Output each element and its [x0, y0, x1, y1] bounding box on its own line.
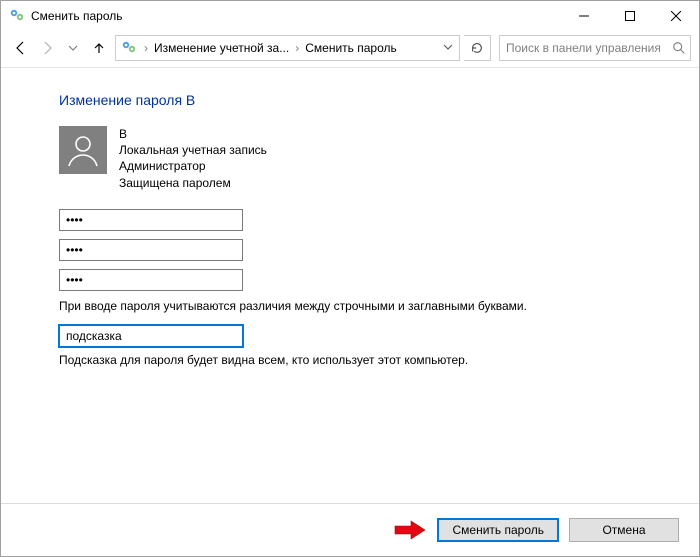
- address-bar[interactable]: › Изменение учетной за... › Сменить паро…: [115, 35, 460, 61]
- search-icon[interactable]: [667, 36, 690, 60]
- account-type: Локальная учетная запись: [119, 142, 267, 158]
- footer: Сменить пароль Отмена: [1, 503, 699, 556]
- cancel-button[interactable]: Отмена: [569, 518, 679, 542]
- page-heading: Изменение пароля B: [59, 92, 661, 108]
- account-protection: Защищена паролем: [119, 175, 267, 191]
- breadcrumb-segment[interactable]: Изменение учетной за...: [150, 41, 293, 55]
- new-password-field[interactable]: [59, 239, 243, 261]
- content-area: Изменение пароля B B Локальная учетная з…: [1, 68, 699, 556]
- refresh-button[interactable]: [464, 35, 491, 61]
- back-button[interactable]: [9, 36, 33, 60]
- avatar: [59, 126, 107, 174]
- breadcrumb-segment[interactable]: Сменить пароль: [301, 41, 401, 55]
- annotation-arrow-icon: [393, 518, 427, 542]
- user-accounts-icon: [120, 39, 138, 57]
- current-password-field[interactable]: [59, 209, 243, 231]
- address-dropdown-button[interactable]: [439, 41, 457, 55]
- user-accounts-icon: [9, 8, 25, 24]
- password-hint-field[interactable]: [59, 325, 243, 347]
- chevron-right-icon[interactable]: ›: [293, 41, 301, 55]
- minimize-button[interactable]: [561, 1, 607, 31]
- account-summary: B Локальная учетная запись Администратор…: [59, 126, 661, 191]
- titlebar: Сменить пароль: [1, 1, 699, 31]
- search-input[interactable]: [500, 41, 667, 55]
- recent-locations-button[interactable]: [61, 36, 85, 60]
- change-password-button[interactable]: Сменить пароль: [437, 518, 559, 542]
- hint-visibility-note: Подсказка для пароля будет видна всем, к…: [59, 353, 661, 367]
- window-title: Сменить пароль: [31, 9, 123, 23]
- chevron-right-icon[interactable]: ›: [142, 41, 150, 55]
- toolbar: › Изменение учетной за... › Сменить паро…: [1, 31, 699, 65]
- account-role: Администратор: [119, 158, 267, 174]
- account-name: B: [119, 126, 267, 142]
- case-sensitivity-note: При вводе пароля учитываются различия ме…: [59, 299, 661, 313]
- confirm-password-field[interactable]: [59, 269, 243, 291]
- maximize-button[interactable]: [607, 1, 653, 31]
- forward-button[interactable]: [35, 36, 59, 60]
- up-button[interactable]: [87, 36, 111, 60]
- window: Сменить пароль: [0, 0, 700, 557]
- close-button[interactable]: [653, 1, 699, 31]
- account-details: B Локальная учетная запись Администратор…: [119, 126, 267, 191]
- search-box[interactable]: [499, 35, 691, 61]
